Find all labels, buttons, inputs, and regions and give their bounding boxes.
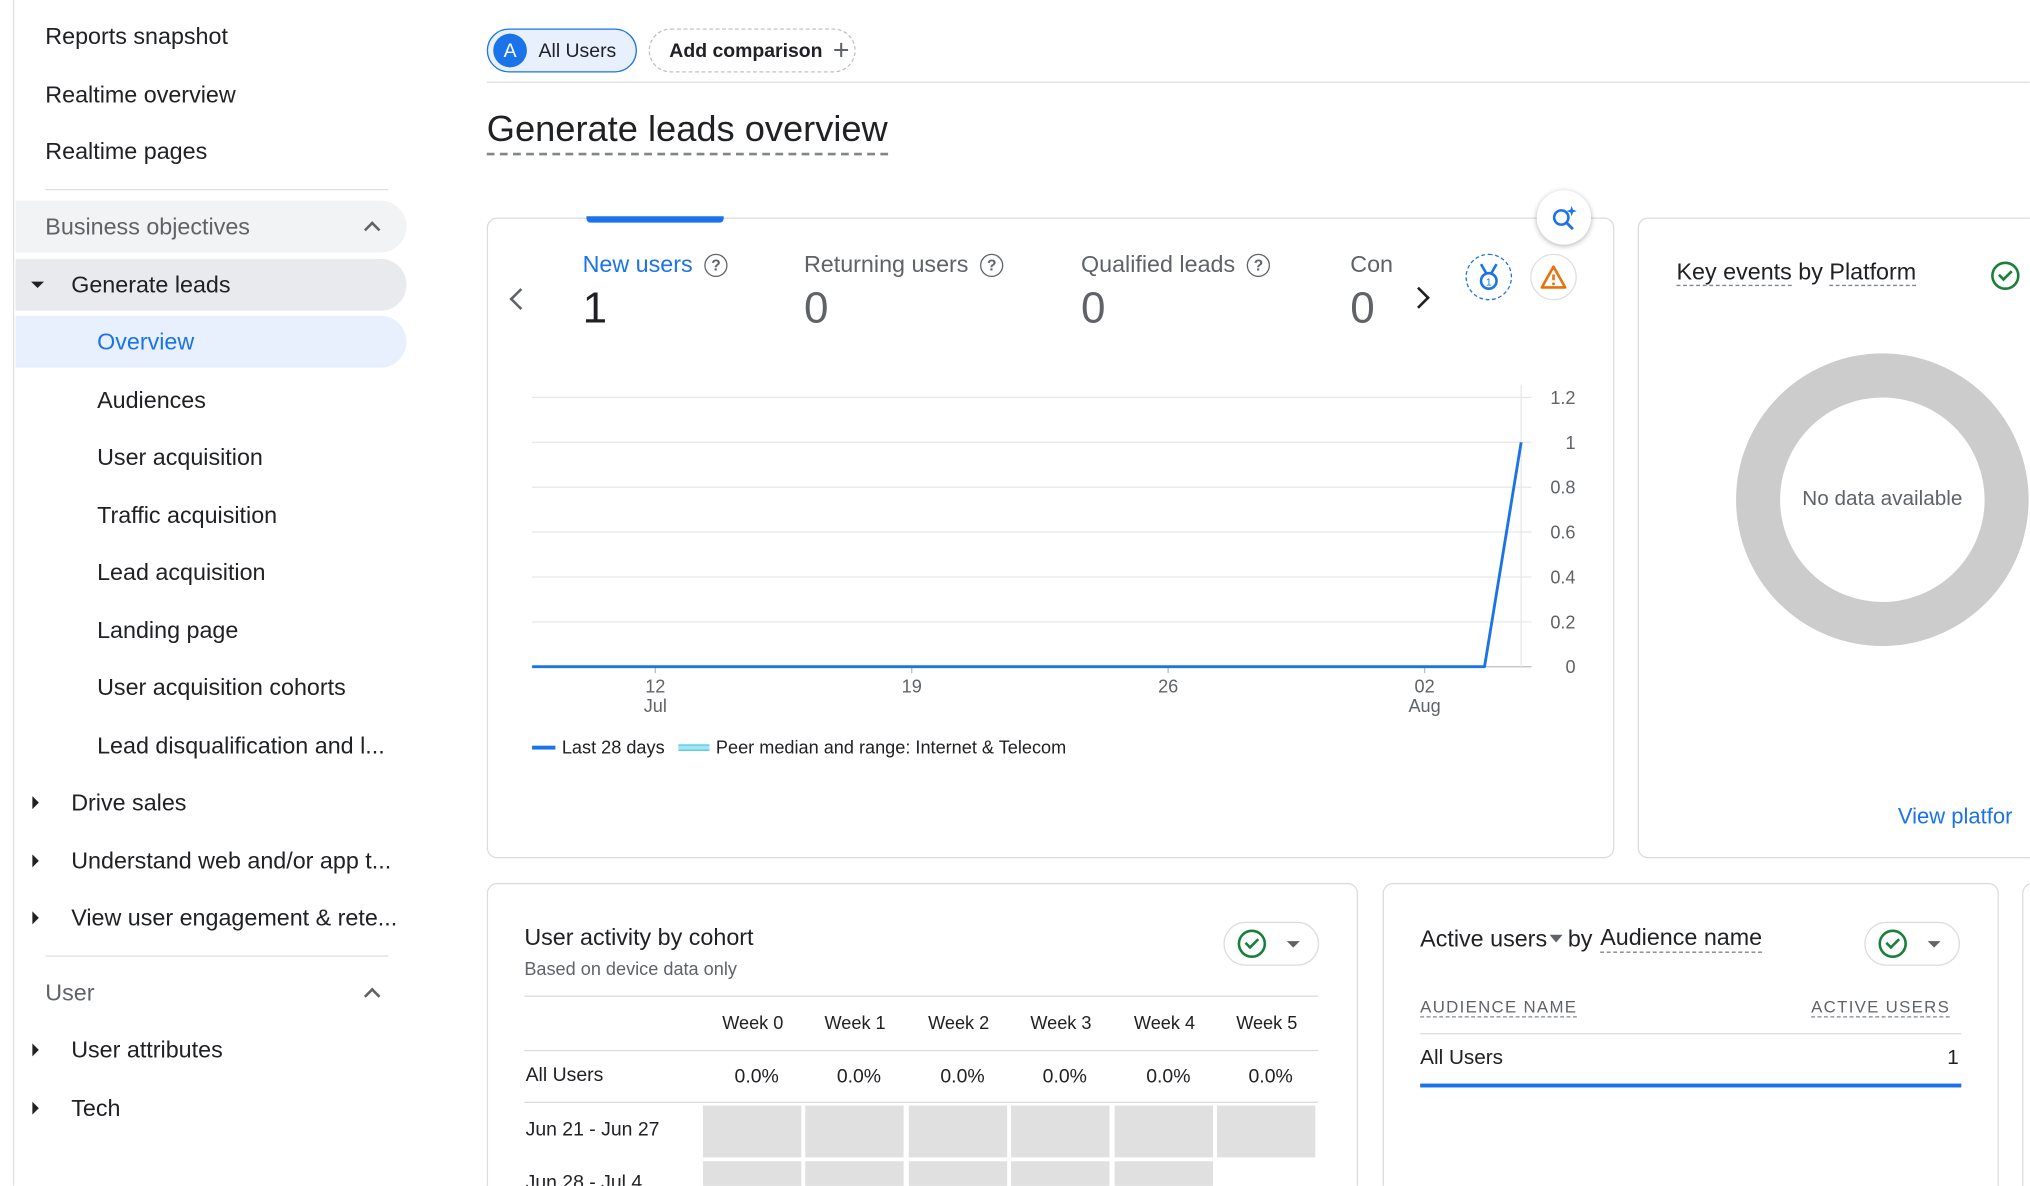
y-tick-label: 0.8 (1550, 478, 1575, 498)
table-divider (524, 1101, 1318, 1103)
y-tick-label: 1.2 (1550, 388, 1575, 408)
column-header-active-users[interactable]: ACTIVE USERS (1811, 997, 1951, 1018)
check-circle-icon (1991, 261, 2020, 290)
cohort-cell: 0.0% (734, 1065, 779, 1088)
x-tick-label: 26 (1158, 677, 1178, 697)
y-tick-label: 0.2 (1550, 612, 1575, 632)
caret-down-icon[interactable] (1549, 934, 1563, 943)
legend-last-28-days: Last 28 days (532, 736, 665, 758)
audience-row-value: 1 (1947, 1047, 1959, 1070)
heatmap-cell[interactable] (1011, 1161, 1110, 1186)
y-tick-label: 0.4 (1550, 567, 1575, 587)
data-quality-status[interactable] (1991, 261, 2020, 290)
heatmap-cell[interactable] (805, 1105, 904, 1158)
cohort-cell: 0.0% (1248, 1065, 1293, 1088)
legend-swatch (532, 745, 556, 749)
audience-value-bar (1420, 1083, 1962, 1088)
audience-options-button[interactable] (1864, 921, 1961, 966)
title-metric[interactable]: Key events (1676, 258, 1792, 287)
x-tick-label: 19 (902, 677, 922, 697)
column-header-audience-name[interactable]: AUDIENCE NAME (1420, 997, 1578, 1018)
cohort-cell: 0.0% (1146, 1065, 1191, 1088)
heatmap-cell[interactable] (908, 1105, 1008, 1158)
empty-state-text: No data available (1802, 488, 1963, 511)
cohort-title: User activity by cohort (524, 924, 754, 951)
view-platform-link[interactable]: View platfor (1898, 804, 2013, 830)
metric-selector[interactable]: Active users (1420, 925, 1547, 952)
heatmap-cell[interactable] (702, 1161, 802, 1186)
donut-chart-empty: No data available (1736, 353, 2029, 647)
caret-down-icon (1927, 940, 1941, 947)
column-header-week: Week 0 (722, 1012, 784, 1034)
y-tick-label: 0.6 (1550, 523, 1575, 543)
check-circle-icon (1878, 929, 1907, 959)
column-header-week: Week 5 (1236, 1012, 1298, 1034)
audience-title: Active users by Audience name (1420, 924, 1763, 953)
table-divider (1420, 1033, 1962, 1035)
title-by: by (1798, 258, 1823, 285)
series-line (532, 442, 1523, 669)
x-tick-label: 02 (1415, 677, 1435, 697)
cohort-cell: 0.0% (836, 1065, 882, 1088)
heatmap-cell[interactable] (1114, 1105, 1214, 1158)
caret-down-icon (1286, 940, 1300, 947)
y-tick-label: 1 (1565, 433, 1575, 453)
heatmap-cell[interactable] (1216, 1105, 1316, 1158)
legend-swatch (678, 743, 710, 751)
heatmap-cell[interactable] (1114, 1161, 1214, 1186)
cohort-cell: 0.0% (940, 1065, 985, 1088)
heatmap-cell[interactable] (805, 1161, 904, 1186)
column-header-week: Week 3 (1030, 1012, 1092, 1034)
key-events-title: Key events by Platform (1676, 258, 1917, 287)
x-tick-month-label: Jul (644, 696, 667, 716)
row-label: Jun 28 - Jul 4 (525, 1171, 643, 1186)
check-circle-icon (1237, 929, 1267, 959)
cohort-options-button[interactable] (1223, 921, 1320, 966)
x-tick-month-label: Aug (1408, 696, 1440, 716)
next-card-edge (2022, 882, 2030, 1186)
table-divider (524, 1049, 1318, 1052)
cohort-cell: 0.0% (1042, 1065, 1087, 1088)
title-dimension[interactable]: Platform (1829, 258, 1917, 287)
cohort-subtitle: Based on device data only (524, 958, 737, 979)
legend-peer-median: Peer median and range: Internet & Teleco… (678, 736, 1067, 758)
x-tick-label: 12 (645, 677, 665, 697)
column-header-week: Week 2 (928, 1012, 990, 1034)
y-tick-label: 0 (1565, 657, 1575, 677)
row-label: Jun 21 - Jun 27 (525, 1118, 660, 1141)
legend-label: Peer median and range: Internet & Teleco… (715, 736, 1067, 758)
dimension-selector[interactable]: Audience name (1600, 924, 1763, 953)
legend-label: Last 28 days (561, 736, 665, 758)
heatmap-cell[interactable] (702, 1105, 802, 1158)
row-label: All Users (525, 1064, 604, 1087)
heatmap-cell[interactable] (908, 1161, 1008, 1186)
audience-row-name: All Users (1420, 1047, 1504, 1070)
column-header-week: Week 1 (824, 1012, 886, 1034)
title-by: by (1567, 924, 1593, 951)
column-header-week: Week 4 (1133, 1012, 1196, 1034)
heatmap-cell[interactable] (1011, 1105, 1110, 1158)
table-divider (524, 995, 1318, 997)
